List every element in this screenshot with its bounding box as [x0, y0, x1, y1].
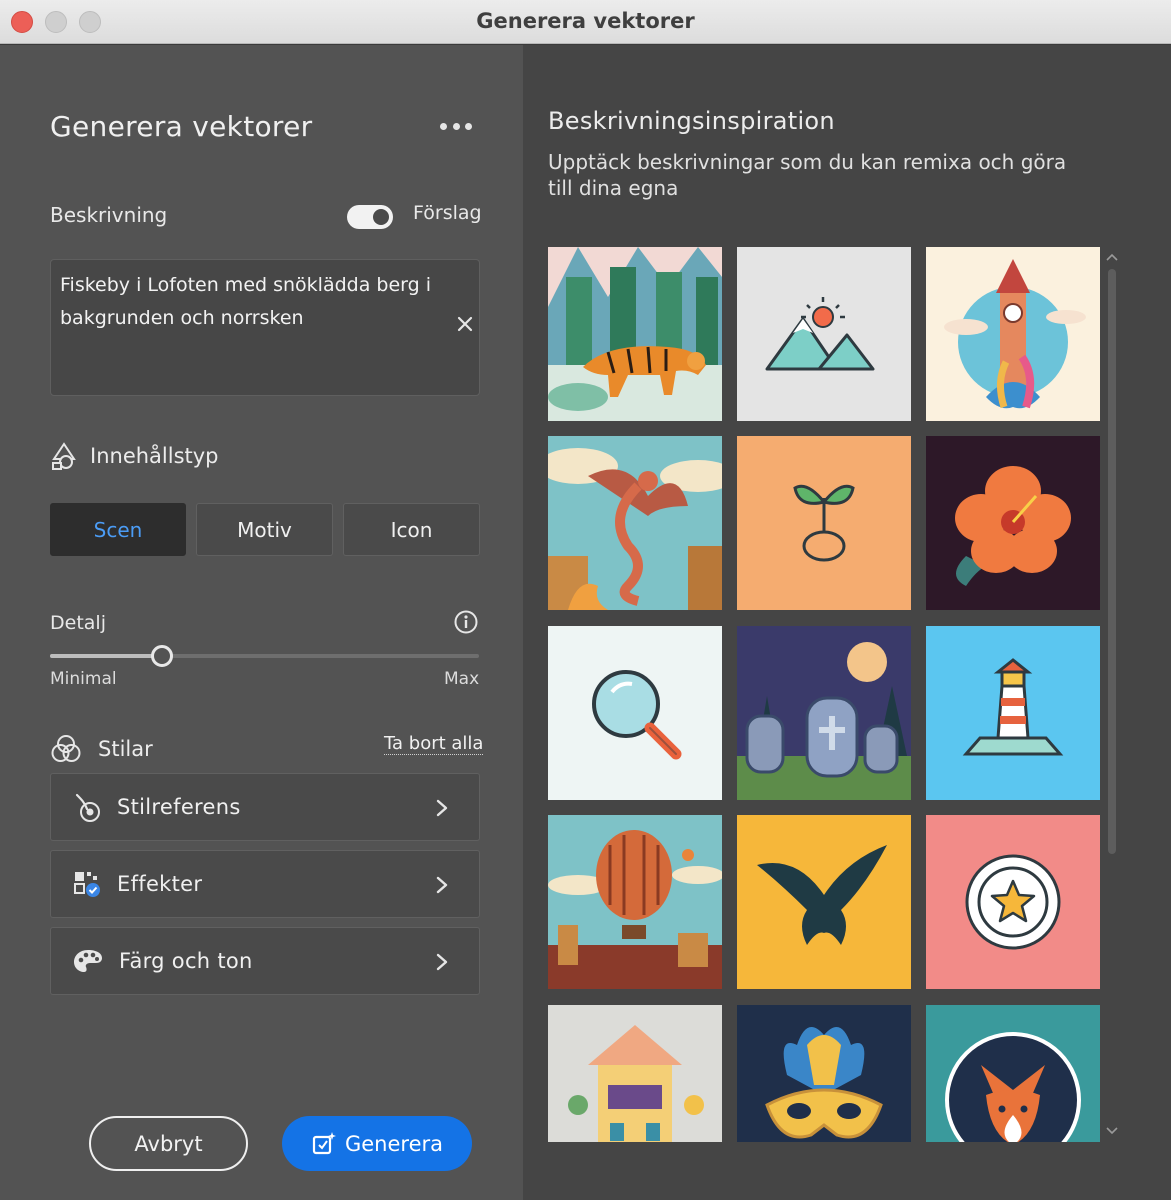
style-reference-card[interactable]: Stilreferens — [50, 773, 480, 841]
magnifier-icon-image[interactable] — [548, 626, 722, 800]
scroll-down-icon[interactable] — [1106, 1127, 1118, 1135]
info-icon[interactable] — [454, 610, 478, 634]
description-label: Beskrivning — [50, 203, 168, 227]
star-badge-image[interactable] — [926, 815, 1100, 989]
suggestions-toggle[interactable] — [347, 205, 393, 229]
styles-label: Stilar — [98, 737, 153, 761]
hot-air-balloon-image[interactable] — [548, 815, 722, 989]
styles-header: Stilar — [50, 733, 153, 765]
cancel-button[interactable]: Avbryt — [89, 1116, 248, 1171]
dragon-image[interactable] — [548, 436, 722, 610]
inspiration-panel: Beskrivningsinspiration Upptäck beskrivn… — [523, 45, 1171, 1200]
generate-button[interactable]: Generera — [282, 1116, 472, 1171]
detail-slider-thumb[interactable] — [150, 645, 173, 667]
color-tone-card[interactable]: Färg och ton — [50, 927, 480, 995]
color-tone-label: Färg och ton — [119, 949, 253, 973]
clear-icon[interactable] — [456, 315, 474, 333]
effects-icon — [74, 872, 100, 897]
tiger-forest-image[interactable] — [548, 247, 722, 421]
description-input[interactable]: Fiskeby i Lofoten med snöklädda berg i b… — [50, 259, 480, 396]
detail-label: Detalj — [50, 612, 106, 634]
detail-max-label: Max — [444, 669, 480, 689]
eagle-image[interactable] — [737, 815, 911, 989]
carousel-house-image[interactable] — [548, 1005, 722, 1142]
style-reference-icon — [75, 793, 100, 822]
hibiscus-flower-image[interactable] — [926, 436, 1100, 610]
panel-title: Generera vektorer — [50, 110, 313, 143]
scroll-up-icon[interactable] — [1106, 253, 1118, 261]
detail-slider-fill — [50, 654, 162, 658]
content-type-scen[interactable]: Scen — [50, 503, 186, 556]
settings-panel: Generera vektorer Beskrivning Förslag Fi… — [0, 45, 523, 1200]
mountain-sun-icon-image[interactable] — [737, 247, 911, 421]
sprout-icon-image[interactable] — [737, 436, 911, 610]
window-title: Generera vektorer — [476, 9, 695, 33]
chevron-right-icon — [436, 799, 448, 817]
clock-tower-image[interactable] — [926, 247, 1100, 421]
suggestions-label: Förslag — [413, 202, 482, 224]
graveyard-moon-image[interactable] — [737, 626, 911, 800]
carnival-mask-image[interactable] — [737, 1005, 911, 1142]
generate-icon — [312, 1131, 336, 1154]
inspiration-title: Beskrivningsinspiration — [548, 107, 835, 135]
more-options-icon[interactable] — [440, 123, 472, 135]
content-type-icon — [52, 442, 76, 470]
inspiration-scrollbar[interactable] — [1103, 247, 1121, 1142]
content-type-header: Innehållstyp — [50, 441, 219, 471]
content-type-label: Innehållstyp — [90, 444, 219, 468]
styles-icon — [51, 735, 81, 762]
style-reference-label: Stilreferens — [117, 795, 241, 819]
chevron-right-icon — [436, 953, 448, 971]
fox-image[interactable] — [926, 1005, 1100, 1142]
effects-card[interactable]: Effekter — [50, 850, 480, 918]
content-type-icon[interactable]: Icon — [343, 503, 480, 556]
chevron-right-icon — [436, 876, 448, 894]
inspiration-subtitle: Upptäck beskrivningar som du kan remixa … — [548, 150, 1067, 200]
window-titlebar: Generera vektorer — [0, 0, 1171, 44]
remove-all-link[interactable]: Ta bort alla — [384, 734, 484, 755]
content-type-motiv[interactable]: Motiv — [196, 503, 333, 556]
palette-icon — [74, 950, 102, 972]
effects-label: Effekter — [117, 872, 203, 896]
lighthouse-icon-image[interactable] — [926, 626, 1100, 800]
detail-min-label: Minimal — [50, 669, 117, 689]
detail-slider[interactable] — [50, 645, 479, 667]
generate-label: Generera — [344, 1131, 444, 1156]
scrollbar-thumb[interactable] — [1108, 269, 1116, 854]
